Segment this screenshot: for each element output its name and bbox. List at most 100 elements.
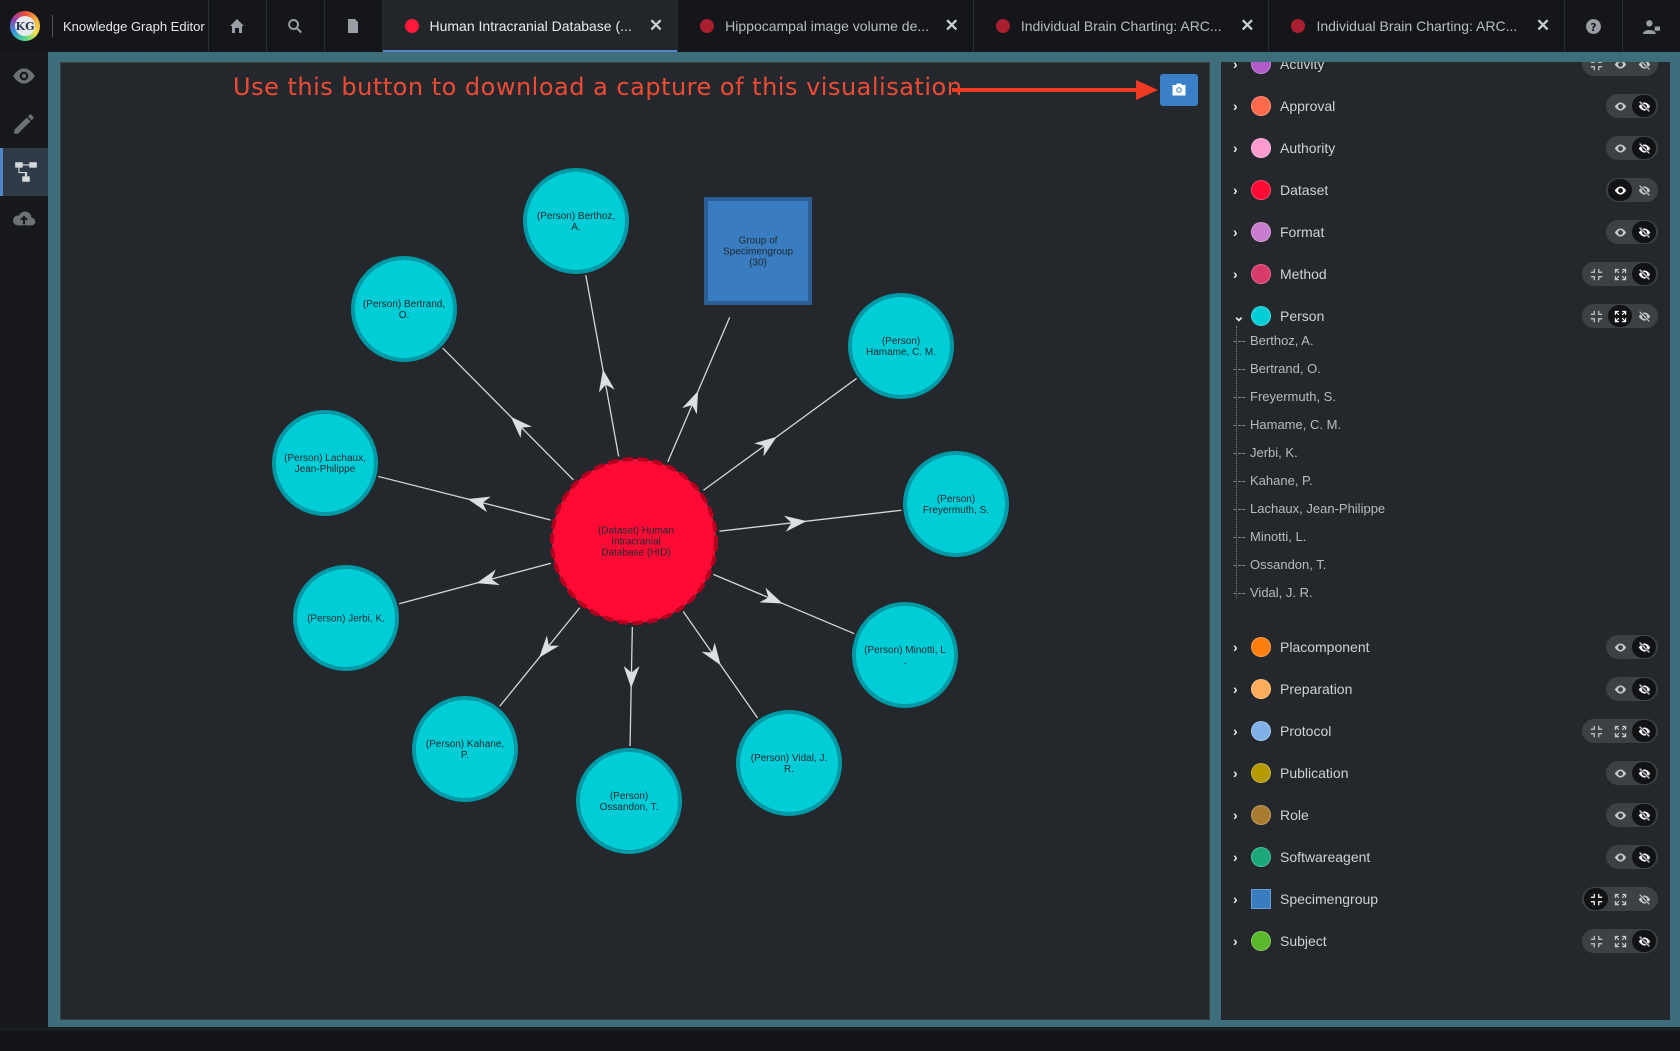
hide-button[interactable] — [1632, 930, 1656, 952]
new-document-button[interactable] — [323, 0, 382, 52]
close-icon[interactable]: ✕ — [945, 16, 959, 36]
type-row-subject[interactable]: › Subject — [1221, 919, 1670, 963]
show-button[interactable] — [1608, 846, 1632, 868]
chevron-right-icon[interactable]: › — [1221, 182, 1251, 198]
chevron-right-icon[interactable]: › — [1221, 62, 1251, 72]
edit-mode-button[interactable] — [0, 100, 48, 148]
hide-button[interactable] — [1632, 179, 1656, 201]
type-row-role[interactable]: › Role — [1221, 793, 1670, 837]
show-button[interactable] — [1608, 762, 1632, 784]
type-row-activity[interactable]: › Activity — [1221, 62, 1670, 86]
hide-button[interactable] — [1632, 678, 1656, 700]
chevron-right-icon[interactable]: › — [1221, 140, 1251, 156]
browse-mode-button[interactable] — [0, 52, 48, 100]
hide-button[interactable] — [1632, 804, 1656, 826]
type-row-protocol[interactable]: › Protocol — [1221, 709, 1670, 753]
hide-button[interactable] — [1632, 221, 1656, 243]
person-list-item[interactable]: --- Jerbi, K. — [1233, 445, 1298, 460]
show-button[interactable] — [1608, 636, 1632, 658]
tab-hippocampal-image-volume[interactable]: Hippocampal image volume de... ✕ — [677, 0, 973, 52]
type-row-preparation[interactable]: › Preparation — [1221, 667, 1670, 711]
hide-button[interactable] — [1632, 846, 1656, 868]
person-list-item[interactable]: --- Hamame, C. M. — [1233, 417, 1341, 432]
chevron-right-icon[interactable]: › — [1221, 849, 1251, 865]
hide-button[interactable] — [1632, 137, 1656, 159]
type-row-specimengroup[interactable]: › Specimengroup — [1221, 877, 1670, 921]
chevron-right-icon[interactable]: › — [1221, 681, 1251, 697]
capture-button[interactable] — [1160, 74, 1198, 106]
expand-button[interactable] — [1608, 720, 1632, 742]
type-row-placomponent[interactable]: › Placomponent — [1221, 625, 1670, 669]
chevron-right-icon[interactable]: › — [1221, 723, 1251, 739]
expand-button[interactable] — [1608, 888, 1632, 910]
tab-individual-brain-charting-2[interactable]: Individual Brain Charting: ARC... ✕ — [1268, 0, 1564, 52]
types-panel[interactable]: › Activity › Approval › Authority › Dataset › For… — [1221, 62, 1670, 1020]
hide-button[interactable] — [1632, 762, 1656, 784]
expand-button[interactable] — [1608, 263, 1632, 285]
collapse-button[interactable] — [1584, 888, 1608, 910]
collapse-button[interactable] — [1584, 62, 1608, 75]
collapse-button[interactable] — [1584, 263, 1608, 285]
home-button[interactable] — [207, 0, 266, 52]
person-list-item[interactable]: --- Minotti, L. — [1233, 529, 1306, 544]
person-list-item[interactable]: --- Ossandon, T. — [1233, 557, 1326, 572]
type-color-swatch — [1251, 306, 1271, 326]
graph-canvas[interactable]: Group of Specimengroup (30) (Person) Bertho… — [60, 62, 1210, 1020]
release-mode-button[interactable] — [0, 196, 48, 244]
expand-button[interactable] — [1608, 930, 1632, 952]
type-row-softwareagent[interactable]: › Softwareagent — [1221, 835, 1670, 879]
graph-mode-button[interactable] — [0, 148, 48, 196]
graph-svg[interactable]: Group of Specimengroup (30) (Person) Bertho… — [61, 63, 1211, 1021]
collapse-button[interactable] — [1584, 720, 1608, 742]
close-icon[interactable]: ✕ — [1240, 16, 1254, 36]
chevron-right-icon[interactable]: › — [1221, 891, 1251, 907]
type-row-publication[interactable]: › Publication — [1221, 751, 1670, 795]
help-button[interactable]: ? — [1564, 0, 1622, 52]
hide-button[interactable] — [1632, 305, 1656, 327]
hide-button[interactable] — [1632, 95, 1656, 117]
chevron-right-icon[interactable]: › — [1221, 224, 1251, 240]
person-node-label-line: P. — [461, 750, 469, 761]
close-icon[interactable]: ✕ — [1536, 16, 1550, 36]
type-row-format[interactable]: › Format — [1221, 210, 1670, 254]
close-icon[interactable]: ✕ — [649, 16, 663, 36]
show-button[interactable] — [1608, 804, 1632, 826]
hide-button[interactable] — [1632, 636, 1656, 658]
type-row-approval[interactable]: › Approval — [1221, 84, 1670, 128]
chevron-right-icon[interactable]: › — [1221, 765, 1251, 781]
show-button[interactable] — [1608, 678, 1632, 700]
chevron-down-icon[interactable]: ⌄ — [1221, 308, 1251, 325]
type-row-dataset[interactable]: › Dataset — [1221, 168, 1670, 212]
tab-human-intracranial-database[interactable]: Human Intracranial Database (... ✕ — [381, 0, 678, 52]
chevron-right-icon[interactable]: › — [1221, 807, 1251, 823]
hide-button[interactable] — [1632, 263, 1656, 285]
chevron-right-icon[interactable]: › — [1221, 639, 1251, 655]
show-button[interactable] — [1608, 95, 1632, 117]
chevron-right-icon[interactable]: › — [1221, 933, 1251, 949]
brand[interactable]: KG Knowledge Graph Editor — [0, 0, 208, 52]
show-button[interactable] — [1608, 62, 1632, 75]
person-list-item[interactable]: --- Lachaux, Jean-Philippe — [1233, 501, 1385, 516]
type-row-method[interactable]: › Method — [1221, 252, 1670, 296]
collapse-button[interactable] — [1584, 930, 1608, 952]
user-button[interactable] — [1622, 0, 1680, 52]
person-list-item[interactable]: --- Bertrand, O. — [1233, 361, 1321, 376]
search-button[interactable] — [265, 0, 324, 52]
hide-button[interactable] — [1632, 62, 1656, 75]
show-button[interactable] — [1608, 221, 1632, 243]
expand-button[interactable] — [1608, 305, 1632, 327]
hide-button[interactable] — [1632, 888, 1656, 910]
type-row-authority[interactable]: › Authority — [1221, 126, 1670, 170]
chevron-right-icon[interactable]: › — [1221, 266, 1251, 282]
person-list-item[interactable]: --- Berthoz, A. — [1233, 333, 1314, 348]
chevron-right-icon[interactable]: › — [1221, 98, 1251, 114]
show-button[interactable] — [1608, 137, 1632, 159]
show-button[interactable] — [1608, 179, 1632, 201]
person-list-item[interactable]: --- Vidal, J. R. — [1233, 585, 1313, 600]
person-list-item[interactable]: --- Freyermuth, S. — [1233, 389, 1336, 404]
type-row-person[interactable]: ⌄ Person — [1221, 294, 1670, 338]
collapse-button[interactable] — [1584, 305, 1608, 327]
hide-button[interactable] — [1632, 720, 1656, 742]
tab-individual-brain-charting-1[interactable]: Individual Brain Charting: ARC... ✕ — [972, 0, 1269, 52]
person-list-item[interactable]: --- Kahane, P. — [1233, 473, 1313, 488]
